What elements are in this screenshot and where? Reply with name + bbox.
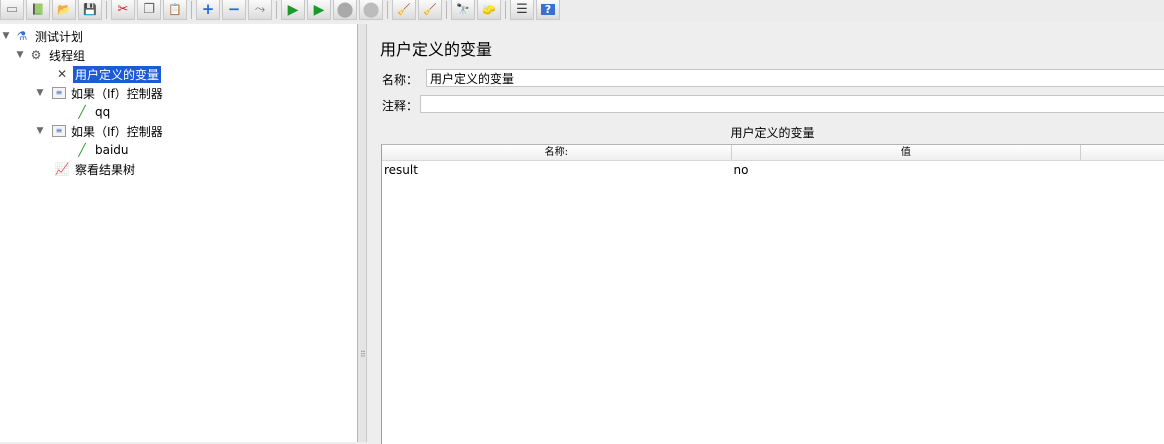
cell-name[interactable]: result: [382, 163, 732, 177]
tree-node-label: 察看结果树: [75, 162, 136, 177]
controller-icon: ≡: [52, 87, 66, 99]
table-row[interactable]: result no: [382, 161, 1164, 178]
help-icon[interactable]: ?: [536, 0, 560, 20]
gear-icon: ⚙: [30, 48, 42, 62]
tree-node-thread-group[interactable]: ▼ ⚙ 线程组: [14, 46, 87, 64]
pipette-icon: ╱: [78, 105, 86, 119]
toolbar-separator: [106, 1, 107, 19]
clear-all-icon[interactable]: 🧹: [418, 0, 442, 20]
reset-search-icon[interactable]: 🧽: [477, 0, 501, 20]
tree-node-label: qq: [95, 105, 111, 119]
templates-icon[interactable]: 📗: [26, 0, 50, 20]
tree-node-sampler-baidu[interactable]: ╱ baidu: [74, 141, 131, 159]
name-input[interactable]: [426, 69, 1164, 87]
toolbar: ▭ 📗 📂 💾 ✂ ❐ 📋 + − ⤳ ▶ ▶ ⬤ ⬤ 🧹 🧹 🔭 🧽 ☰ ?: [0, 0, 1164, 22]
clear-icon[interactable]: 🧹: [392, 0, 416, 20]
tree-node-label: 测试计划: [35, 29, 84, 44]
toolbar-separator: [276, 1, 277, 19]
panel-title: 用户定义的变量: [380, 40, 493, 59]
tree-node-if-controller-1[interactable]: ▼ ≡ 如果（If）控制器: [34, 84, 165, 102]
tools-icon: ✕: [56, 67, 68, 81]
comment-label: 注释：: [382, 99, 419, 113]
new-icon[interactable]: ▭: [0, 0, 24, 20]
flask-icon: ⚗: [16, 29, 28, 43]
toolbar-separator: [191, 1, 192, 19]
controller-icon: ≡: [52, 125, 66, 137]
toolbar-separator: [387, 1, 388, 19]
column-header-name[interactable]: 名称:: [382, 145, 732, 160]
tree-node-if-controller-2[interactable]: ▼ ≡ 如果（If）控制器: [34, 122, 165, 140]
user-vars-panel: 用户定义的变量 名称： 注释： 用户定义的变量 名称: 值 result no: [368, 24, 1164, 444]
search-icon[interactable]: 🔭: [451, 0, 475, 20]
cut-icon[interactable]: ✂: [111, 0, 135, 20]
table-title: 用户定义的变量: [730, 126, 815, 140]
cell-value[interactable]: no: [732, 163, 1082, 177]
expand-icon[interactable]: +: [196, 0, 220, 20]
toolbar-separator: [446, 1, 447, 19]
tree-node-user-vars[interactable]: ✕ 用户定义的变量: [54, 65, 162, 83]
column-header-value[interactable]: 值: [732, 145, 1082, 160]
name-label: 名称：: [382, 73, 419, 87]
variables-table[interactable]: 名称: 值 result no: [381, 144, 1164, 444]
tree-node-label: baidu: [95, 143, 129, 157]
grip-icon: ⠿: [360, 350, 366, 359]
start-icon[interactable]: ▶: [281, 0, 305, 20]
comment-input[interactable]: [420, 95, 1164, 113]
start-no-pauses-icon[interactable]: ▶: [307, 0, 331, 20]
collapse-toggle-icon[interactable]: ▼: [0, 31, 12, 41]
column-header-description[interactable]: [1081, 145, 1164, 160]
tree-node-test-plan[interactable]: ▼ ⚗ 测试计划: [0, 27, 85, 45]
test-plan-tree[interactable]: ▼ ⚗ 测试计划 ▼ ⚙ 线程组 ✕ 用户定义的变量 ▼ ≡ 如果（If）控制器…: [0, 24, 357, 442]
toolbar-separator: [505, 1, 506, 19]
tree-node-results-tree[interactable]: 📈 察看结果树: [54, 160, 137, 178]
tree-node-label: 如果（If）控制器: [71, 86, 163, 101]
stop-icon[interactable]: ⬤: [333, 0, 357, 20]
function-helper-icon[interactable]: ☰: [510, 0, 534, 20]
collapse-toggle-icon[interactable]: ▼: [14, 50, 26, 60]
tree-node-label: 线程组: [49, 48, 86, 63]
tree-node-label: 如果（If）控制器: [71, 124, 163, 139]
save-icon[interactable]: 💾: [78, 0, 102, 20]
graph-icon: 📈: [54, 162, 70, 176]
open-icon[interactable]: 📂: [52, 0, 76, 20]
tree-node-sampler-qq[interactable]: ╱ qq: [74, 103, 112, 121]
split-pane-divider[interactable]: ⠿: [357, 24, 367, 442]
collapse-toggle-icon[interactable]: ▼: [34, 126, 46, 136]
toggle-icon[interactable]: ⤳: [248, 0, 272, 20]
copy-icon[interactable]: ❐: [137, 0, 161, 20]
tree-node-label: 用户定义的变量: [73, 65, 162, 83]
shutdown-icon[interactable]: ⬤: [359, 0, 383, 20]
pipette-icon: ╱: [78, 143, 86, 157]
table-header: 名称: 值: [382, 145, 1164, 161]
collapse-toggle-icon[interactable]: ▼: [34, 88, 46, 98]
paste-icon[interactable]: 📋: [163, 0, 187, 20]
collapse-icon[interactable]: −: [222, 0, 246, 20]
